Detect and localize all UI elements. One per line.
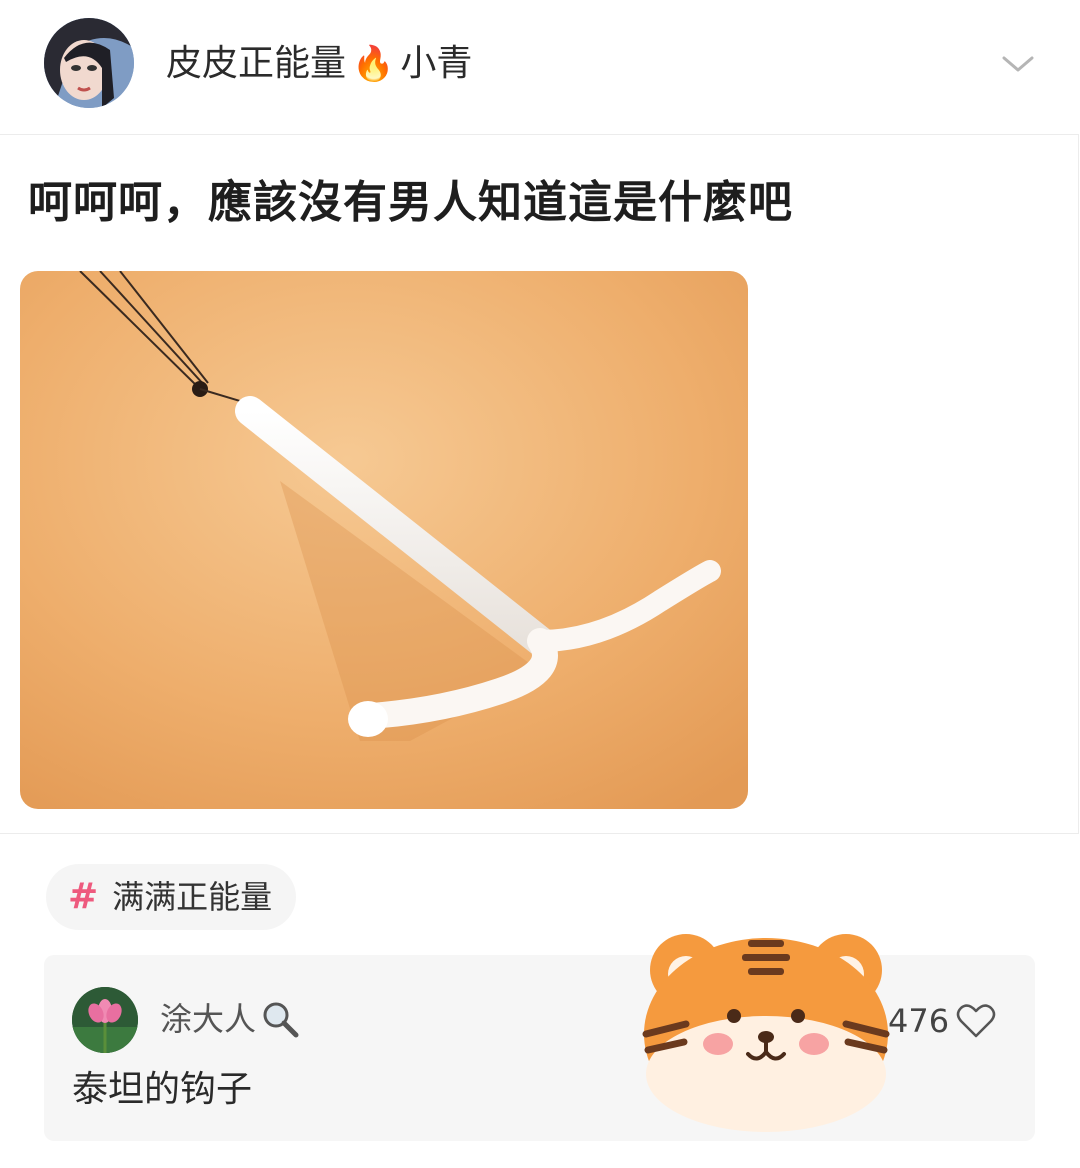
hashtag-icon: # (68, 876, 99, 917)
tiger-face-icon (642, 934, 890, 1132)
heart-icon (956, 1004, 996, 1038)
more-button[interactable] (1000, 50, 1036, 78)
comment-text: 泰坦的钩子 (72, 1069, 253, 1110)
topic-tag-label: 满满正能量 (112, 878, 273, 916)
tiger-sticker (636, 924, 896, 1134)
chevron-down-icon (1002, 56, 1034, 72)
user-avatar[interactable] (44, 18, 134, 108)
lotus-avatar-icon (72, 987, 138, 1053)
fire-icon: 🔥 (352, 44, 395, 84)
like-count: 476 (888, 1002, 950, 1040)
topic-tag[interactable]: # 满满正能量 (46, 864, 297, 930)
username[interactable]: 皮皮正能量 🔥 小青 (166, 40, 472, 88)
user-avatar-icon (44, 18, 134, 108)
iud-photo (20, 271, 748, 809)
commenter-name[interactable]: 涂大人 (160, 999, 300, 1039)
username-part2: 小青 (400, 43, 473, 84)
post-caption: 呵呵呵，應該沒有男人知道這是什麼吧 (28, 177, 793, 228)
post-card: 呵呵呵，應該沒有男人知道這是什麼吧 (0, 134, 1079, 834)
commenter-name-text: 涂大人 (160, 1000, 257, 1038)
commenter-avatar[interactable] (72, 987, 138, 1053)
post-image[interactable] (20, 271, 748, 809)
username-part1: 皮皮正能量 (166, 43, 347, 84)
post-header: 皮皮正能量 🔥 小青 (0, 0, 1080, 134)
like-button[interactable]: 476 (888, 1001, 997, 1041)
magnifier-icon (263, 1002, 299, 1038)
